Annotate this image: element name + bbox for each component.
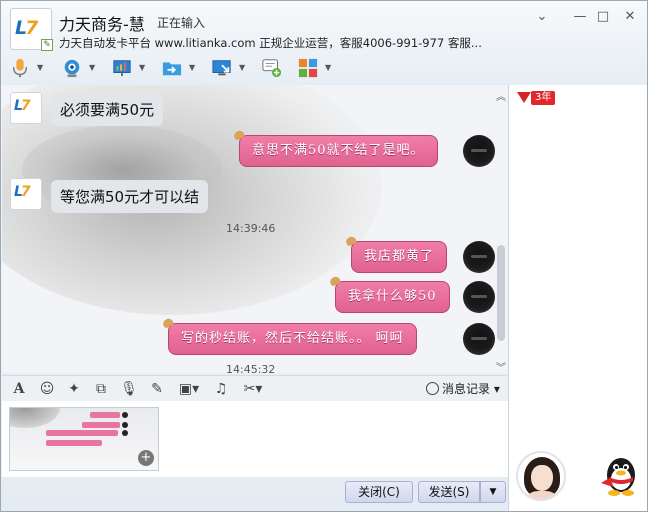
folder-arrow-icon bbox=[162, 62, 182, 76]
avatar-body bbox=[528, 491, 556, 499]
thumbnail-bubble bbox=[46, 440, 102, 446]
presentation-icon bbox=[113, 60, 131, 77]
message-bubble-outgoing[interactable]: 意思不满50就不结了是吧。 bbox=[239, 135, 438, 167]
magic-wand-icon[interactable]: ✦ bbox=[65, 380, 83, 398]
scrollbar[interactable] bbox=[497, 245, 505, 341]
litian-logo-icon: L7 bbox=[14, 98, 31, 114]
thumbnail-avatar bbox=[122, 430, 128, 436]
caret-down-icon: ▼ bbox=[239, 63, 246, 72]
my-message-avatar[interactable] bbox=[463, 281, 495, 313]
right-panel: 3年 bbox=[508, 85, 647, 511]
contact-message-avatar[interactable]: L7 bbox=[10, 92, 42, 124]
microphone-icon bbox=[12, 58, 28, 78]
thumbnail-background bbox=[10, 408, 60, 428]
screenshot-icon[interactable]: ⧉ bbox=[92, 380, 110, 398]
new-chat-button[interactable] bbox=[261, 57, 287, 81]
message-timestamp: 14:39:46 bbox=[226, 222, 276, 235]
webcam-icon bbox=[64, 59, 80, 78]
message-bubble-outgoing[interactable]: 写的秒结账，然后不给结账。。 呵呵 bbox=[168, 323, 417, 355]
message-input[interactable]: + bbox=[2, 401, 508, 477]
input-toolbar: A ☺ ✦ ⧉ 🎙 ✎ ▣▾ ♫ ✂▾ 消息记录 ▾ bbox=[2, 375, 508, 401]
image-icon[interactable]: ▣▾ bbox=[174, 380, 204, 398]
scissors-icon[interactable]: ✂▾ bbox=[238, 380, 268, 398]
contact-signature: 力天自动发卡平台 www.litianka.com 正规企业运营，客服4006-… bbox=[59, 36, 482, 50]
caret-down-icon: ▼ bbox=[325, 63, 332, 72]
apps-button[interactable]: ▼ bbox=[297, 57, 337, 81]
message-bubble-incoming[interactable]: 等您满50元才可以结 bbox=[51, 180, 209, 213]
caret-down-icon: ▼ bbox=[189, 63, 196, 72]
chat-add-icon bbox=[262, 59, 282, 78]
clock-icon bbox=[426, 382, 439, 395]
send-file-button[interactable]: ▼ bbox=[161, 57, 201, 81]
apps-grid-icon bbox=[298, 58, 318, 78]
voice-message-icon[interactable]: 🎙 bbox=[120, 380, 138, 398]
thumbnail-avatar bbox=[122, 412, 128, 418]
red-diamond-icon bbox=[517, 92, 531, 103]
contact-avatar[interactable]: L7 ✎ bbox=[10, 8, 53, 51]
edit-icon[interactable]: ✎ bbox=[148, 380, 166, 398]
thumbnail-avatar bbox=[122, 422, 128, 428]
caret-down-icon: ▼ bbox=[89, 63, 96, 72]
minimize-button[interactable]: — bbox=[572, 9, 588, 25]
message-bubble-outgoing[interactable]: 我拿什么够50 bbox=[335, 281, 450, 313]
my-avatar[interactable] bbox=[516, 451, 566, 501]
maximize-button[interactable]: □ bbox=[595, 9, 611, 25]
close-button[interactable]: 关闭(C) bbox=[345, 481, 413, 503]
message-bubble-outgoing[interactable]: 我店都黄了 bbox=[351, 241, 448, 273]
monitor-arrow-icon bbox=[212, 60, 231, 76]
litian-logo-icon: L7 bbox=[15, 17, 38, 39]
emoji-icon[interactable]: ☺ bbox=[38, 380, 56, 398]
pasted-screenshot-thumbnail[interactable]: + bbox=[9, 407, 159, 471]
avatar-face bbox=[531, 465, 553, 491]
my-message-avatar[interactable] bbox=[463, 241, 495, 273]
qq-penguin-icon bbox=[601, 458, 635, 496]
caret-down-icon: ▼ bbox=[37, 63, 44, 72]
thumbnail-bubble bbox=[82, 422, 120, 428]
contact-message-avatar[interactable]: L7 bbox=[10, 178, 42, 210]
scroll-up-icon[interactable]: ︽ bbox=[496, 88, 506, 103]
zoom-plus-icon[interactable]: + bbox=[138, 450, 154, 466]
message-timestamp: 14:45:32 bbox=[226, 363, 276, 373]
send-options-chevron-icon[interactable]: ▼ bbox=[480, 481, 506, 503]
message-history-button[interactable]: 消息记录 ▾ bbox=[426, 380, 500, 398]
video-call-button[interactable]: ▼ bbox=[61, 57, 101, 81]
my-message-avatar[interactable] bbox=[463, 323, 495, 355]
chat-window: L7 ✎ 力天商务-慧 正在输入 力天自动发卡平台 www.litianka.c… bbox=[0, 0, 648, 512]
screen-share-button[interactable]: ▼ bbox=[211, 57, 251, 81]
scroll-down-icon[interactable]: ︾ bbox=[496, 359, 506, 373]
chevron-down-icon[interactable]: ⌄ bbox=[534, 9, 550, 25]
typing-status: 正在输入 bbox=[157, 16, 206, 30]
remote-desktop-button[interactable]: ▼ bbox=[111, 57, 151, 81]
font-icon[interactable]: A bbox=[10, 380, 28, 398]
thumbnail-bubble bbox=[46, 430, 118, 436]
music-icon[interactable]: ♫ bbox=[212, 380, 230, 398]
send-button[interactable]: 发送(S) bbox=[418, 481, 480, 503]
thumbnail-bubble bbox=[90, 412, 120, 418]
chat-toolbar: ▼ ▼ ▼ ▼ ▼ ▼ bbox=[9, 57, 349, 81]
message-bubble-incoming[interactable]: 必须要满50元 bbox=[51, 93, 164, 126]
voice-call-button[interactable]: ▼ bbox=[9, 57, 49, 81]
contact-name[interactable]: 力天商务-慧 bbox=[59, 11, 145, 35]
pencil-icon: ✎ bbox=[41, 39, 53, 51]
my-message-avatar[interactable] bbox=[463, 135, 495, 167]
title-bar: L7 ✎ 力天商务-慧 正在输入 力天自动发卡平台 www.litianka.c… bbox=[1, 1, 647, 85]
close-window-button[interactable]: ✕ bbox=[622, 9, 638, 25]
litian-logo-icon: L7 bbox=[14, 184, 31, 200]
chat-history[interactable]: ︽ ︾ L7 必须要满50元 意思不满50就不结了是吧。 L7 等您满50元才可… bbox=[2, 85, 508, 373]
caret-down-icon: ▼ bbox=[139, 63, 146, 72]
